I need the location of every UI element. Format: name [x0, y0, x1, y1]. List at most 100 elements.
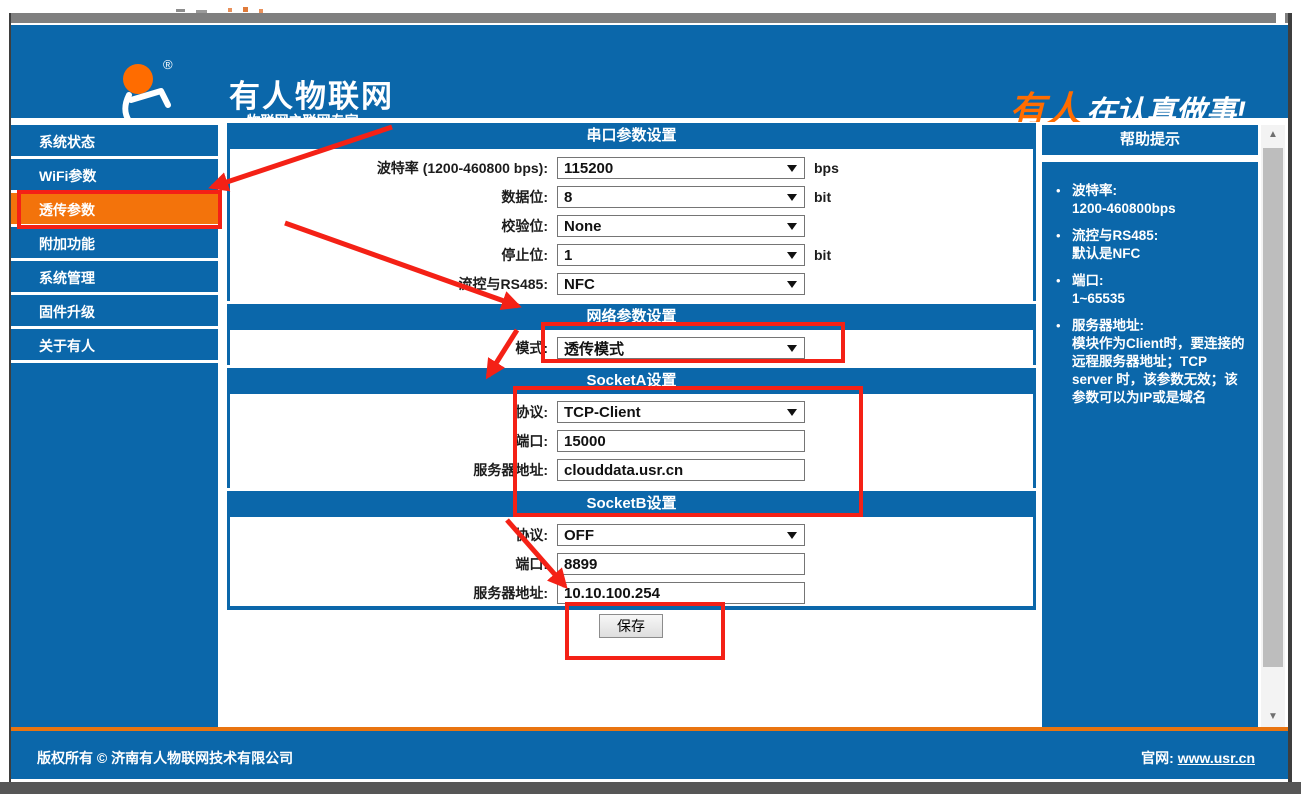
- dropdown-arrow-icon: [787, 408, 797, 416]
- bullet-icon: •: [1056, 318, 1061, 333]
- window-top-bar: [11, 13, 1288, 23]
- socketb-protocol-label: 协议:: [515, 527, 548, 543]
- databits-label: 数据位:: [501, 189, 548, 205]
- form-row-socketb-port: 端口:: [230, 553, 1033, 575]
- browser-artifact: [259, 9, 263, 13]
- official-site: 官网: www.usr.cn: [1141, 748, 1255, 768]
- dropdown-arrow-icon: [787, 222, 797, 230]
- help-panel-title: 帮助提示: [1042, 125, 1258, 155]
- parity-label: 校验位:: [501, 218, 548, 234]
- dropdown-arrow-icon: [787, 280, 797, 288]
- sidebar-item-firmware-upgrade[interactable]: 固件升级: [11, 295, 218, 329]
- sidebar-item-system-management[interactable]: 系统管理: [11, 261, 218, 295]
- form-row-socketa-protocol: 协议: TCP-Client: [230, 401, 1033, 423]
- mode-select[interactable]: 透传模式: [557, 337, 805, 359]
- form-row-socketb-protocol: 协议: OFF: [230, 524, 1033, 546]
- flowcontrol-label: 流控与RS485:: [458, 276, 548, 292]
- help-body-text: 默认是NFC: [1072, 246, 1141, 261]
- section-title-network: 网络参数设置: [227, 304, 1036, 330]
- socketa-server-input[interactable]: [557, 459, 805, 481]
- help-heading: 波特率:: [1072, 183, 1117, 198]
- scrollbar[interactable]: ▲ ▼: [1261, 125, 1285, 727]
- socketa-protocol-label: 协议:: [515, 404, 548, 420]
- sidebar-item-extra-functions[interactable]: 附加功能: [11, 227, 218, 261]
- socketb-protocol-select[interactable]: OFF: [557, 524, 805, 546]
- section-socket-a: 协议: TCP-Client 端口: 服务器地址:: [227, 394, 1036, 488]
- form-row-socketa-port: 端口:: [230, 430, 1033, 452]
- settings-form: 串口参数设置 波特率 (1200-460800 bps): 115200 bps…: [227, 123, 1036, 610]
- sidebar-item-about[interactable]: 关于有人: [11, 329, 218, 363]
- page-right-border: [1288, 13, 1292, 782]
- help-item-flow: • 流控与RS485: 默认是NFC: [1056, 227, 1248, 263]
- form-row-baud: 波特率 (1200-460800 bps): 115200 bps: [230, 157, 1033, 179]
- mode-label: 模式:: [515, 340, 548, 356]
- browser-artifact: [196, 10, 207, 13]
- browser-window: ® 有人物联网 -物联网之联网专家- 有人 在认真做事! 系统状态 WiFi参数…: [0, 0, 1301, 794]
- section-title-socket-b: SocketB设置: [227, 491, 1036, 517]
- socketa-protocol-select[interactable]: TCP-Client: [557, 401, 805, 423]
- baud-unit: bps: [814, 160, 839, 176]
- section-socket-b: 协议: OFF 端口: 服务器地址:: [227, 517, 1036, 606]
- section-serial: 波特率 (1200-460800 bps): 115200 bps 数据位: 8…: [227, 149, 1036, 301]
- form-row-parity: 校验位: None: [230, 215, 1033, 237]
- site-label: 官网:: [1141, 750, 1174, 766]
- help-body-text: 模块作为Client时，要连接的远程服务器地址；TCP server 时，该参数…: [1072, 336, 1245, 405]
- registered-mark-icon: ®: [163, 57, 173, 72]
- help-item-port: • 端口: 1~65535: [1056, 272, 1248, 308]
- browser-artifact: [228, 8, 232, 12]
- section-title-serial: 串口参数设置: [227, 123, 1036, 149]
- scrollbar-down-icon[interactable]: ▼: [1261, 707, 1285, 727]
- form-row-stopbits: 停止位: 1 bit: [230, 244, 1033, 266]
- dropdown-arrow-icon: [787, 531, 797, 539]
- scrollbar-thumb[interactable]: [1263, 148, 1283, 667]
- socketa-port-input[interactable]: [557, 430, 805, 452]
- window-bottom-bar: [0, 782, 1301, 794]
- form-row-flowcontrol: 流控与RS485: NFC: [230, 273, 1033, 295]
- table-bottom-border: [227, 606, 1036, 610]
- browser-artifact: [176, 9, 185, 12]
- parity-select[interactable]: None: [557, 215, 805, 237]
- dropdown-arrow-icon: [787, 344, 797, 352]
- form-row-databits: 数据位: 8 bit: [230, 186, 1033, 208]
- help-panel: • 波特率: 1200-460800bps • 流控与RS485: 默认是NFC…: [1042, 162, 1258, 727]
- socketb-server-label: 服务器地址:: [473, 585, 548, 601]
- baud-select[interactable]: 115200: [557, 157, 805, 179]
- help-item-baud: • 波特率: 1200-460800bps: [1056, 182, 1248, 218]
- brand-title: 有人物联网: [229, 79, 394, 114]
- baud-label: 波特率 (1200-460800 bps):: [376, 160, 548, 176]
- socketb-server-input[interactable]: [557, 582, 805, 604]
- sidebar-item-system-status[interactable]: 系统状态: [11, 125, 218, 159]
- form-row-socketb-server: 服务器地址:: [230, 582, 1033, 604]
- help-heading: 流控与RS485:: [1072, 228, 1159, 243]
- help-body-text: 1~65535: [1072, 291, 1125, 306]
- page-footer: 版权所有 © 济南有人物联网技术有限公司 官网: www.usr.cn: [11, 731, 1288, 779]
- bullet-icon: •: [1056, 228, 1061, 243]
- bullet-icon: •: [1056, 183, 1061, 198]
- copyright-text: 版权所有 © 济南有人物联网技术有限公司: [37, 750, 294, 766]
- scrollbar-up-icon[interactable]: ▲: [1261, 125, 1285, 145]
- stopbits-label: 停止位:: [501, 247, 548, 263]
- socketb-port-input[interactable]: [557, 553, 805, 575]
- form-row-mode: 模式: 透传模式: [230, 337, 1033, 359]
- dropdown-arrow-icon: [787, 251, 797, 259]
- help-heading: 服务器地址:: [1072, 318, 1144, 333]
- stopbits-unit: bit: [814, 247, 832, 263]
- section-title-socket-a: SocketA设置: [227, 368, 1036, 394]
- sidebar-nav: 系统状态 WiFi参数 透传参数 附加功能 系统管理 固件升级 关于有人: [11, 122, 218, 727]
- socketa-server-label: 服务器地址:: [473, 462, 548, 478]
- socketa-port-label: 端口:: [515, 433, 548, 449]
- browser-artifact: [243, 7, 248, 12]
- sidebar-item-wifi-params[interactable]: WiFi参数: [11, 159, 218, 193]
- page-header: ® 有人物联网 -物联网之联网专家- 有人 在认真做事!: [11, 25, 1288, 141]
- site-link[interactable]: www.usr.cn: [1178, 750, 1255, 766]
- sidebar-item-transparent-params[interactable]: 透传参数: [11, 193, 218, 227]
- bullet-icon: •: [1056, 273, 1061, 288]
- save-button[interactable]: 保存: [599, 614, 663, 638]
- dropdown-arrow-icon: [787, 193, 797, 201]
- help-heading: 端口:: [1072, 273, 1104, 288]
- flowcontrol-select[interactable]: NFC: [557, 273, 805, 295]
- databits-select[interactable]: 8: [557, 186, 805, 208]
- dropdown-arrow-icon: [787, 164, 797, 172]
- databits-unit: bit: [814, 189, 832, 205]
- stopbits-select[interactable]: 1: [557, 244, 805, 266]
